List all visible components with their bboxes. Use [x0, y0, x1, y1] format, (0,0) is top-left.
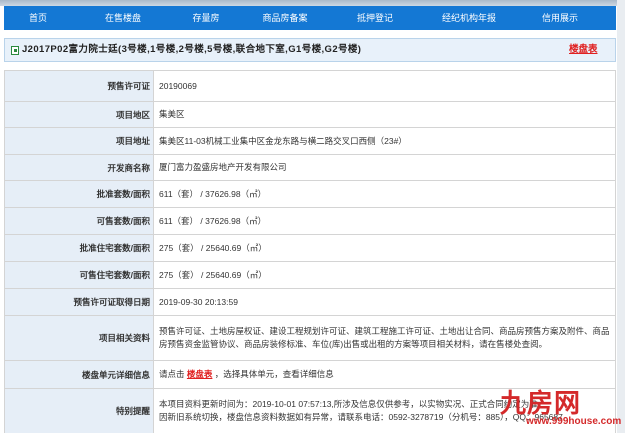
- row-label: 特别提醒: [4, 388, 154, 433]
- table-row: 可售住宅套数/面积 275（套） / 25640.69（㎡）: [4, 261, 616, 289]
- watermark-url: www.999house.com: [526, 416, 622, 427]
- row-label: 批准住宅套数/面积: [4, 234, 154, 262]
- unit-info-suffix: ，选择具体单元，查看详细信息: [214, 369, 334, 379]
- row-label: 楼盘单元详细信息: [4, 360, 154, 389]
- table-row: 项目地址 集美区11-03机械工业集中区金龙东路与横二路交叉口西侧（23#）: [4, 127, 616, 155]
- project-title: J2017P02富力院士廷(3号楼,1号楼,2号楼,5号楼,联合地下室,G1号楼…: [22, 44, 362, 55]
- nav-stock-housing[interactable]: 存量房: [174, 6, 238, 30]
- row-label: 预售许可证: [4, 70, 154, 102]
- project-title-bar: J2017P02富力院士廷(3号楼,1号楼,2号楼,5号楼,联合地下室,G1号楼…: [4, 38, 616, 62]
- row-label: 预售许可证取得日期: [4, 288, 154, 316]
- nav-home[interactable]: 首页: [4, 6, 72, 30]
- table-row: 项目相关资料 预售许可证、土地房屋权证、建设工程规划许可证、建筑工程施工许可证、…: [4, 315, 616, 361]
- row-label: 开发商名称: [4, 154, 154, 181]
- row-value: 20190069: [153, 70, 616, 102]
- main-navbar: 首页 在售楼盘 存量房 商品房备案 抵押登记 经纪机构年报 信用展示: [4, 6, 616, 30]
- table-row: 项目地区 集美区: [4, 101, 616, 128]
- nav-agency-report[interactable]: 经纪机构年报: [418, 6, 520, 30]
- table-row: 开发商名称 厦门富力盈盛房地产开发有限公司: [4, 154, 616, 181]
- table-row: 预售许可证取得日期 2019-09-30 20:13:59: [4, 288, 616, 316]
- unit-info-prefix: 请点击: [159, 369, 185, 379]
- table-row: 预售许可证 20190069: [4, 70, 616, 102]
- row-value: 预售许可证、土地房屋权证、建设工程规划许可证、建筑工程施工许可证、土地出让合同、…: [153, 315, 616, 361]
- table-row: 可售套数/面积 611（套） / 37626.98（㎡）: [4, 207, 616, 235]
- nav-credit[interactable]: 信用展示: [520, 6, 600, 30]
- row-label: 可售住宅套数/面积: [4, 261, 154, 289]
- row-value: 厦门富力盈盛房地产开发有限公司: [153, 154, 616, 181]
- table-row: 批准住宅套数/面积 275（套） / 25640.69（㎡）: [4, 234, 616, 262]
- row-value: 611（套） / 37626.98（㎡）: [153, 180, 616, 208]
- unit-building-table-link[interactable]: 楼盘表: [187, 369, 213, 379]
- building-table-link[interactable]: 楼盘表: [569, 39, 598, 61]
- watermark-logo: 九房网: [500, 389, 582, 419]
- row-value: 611（套） / 37626.98（㎡）: [153, 207, 616, 235]
- nav-mortgage[interactable]: 抵押登记: [332, 6, 418, 30]
- row-label: 项目地区: [4, 101, 154, 128]
- nav-filing[interactable]: 商品房备案: [238, 6, 332, 30]
- row-value: 2019-09-30 20:13:59: [153, 288, 616, 316]
- row-value: 集美区11-03机械工业集中区金龙东路与横二路交叉口西侧（23#）: [153, 127, 616, 155]
- row-label: 项目相关资料: [4, 315, 154, 361]
- nav-on-sale[interactable]: 在售楼盘: [72, 6, 174, 30]
- row-value: 275（套） / 25640.69（㎡）: [153, 234, 616, 262]
- row-label: 项目地址: [4, 127, 154, 155]
- document-icon: [11, 46, 19, 55]
- row-label: 可售套数/面积: [4, 207, 154, 235]
- row-label: 批准套数/面积: [4, 180, 154, 208]
- table-row: 批准套数/面积 611（套） / 37626.98（㎡）: [4, 180, 616, 208]
- row-value: 集美区: [153, 101, 616, 128]
- row-value: 275（套） / 25640.69（㎡）: [153, 261, 616, 289]
- page-right-edge: [617, 0, 625, 433]
- project-info-table: 预售许可证 20190069 项目地区 集美区 项目地址 集美区11-03机械工…: [4, 70, 616, 433]
